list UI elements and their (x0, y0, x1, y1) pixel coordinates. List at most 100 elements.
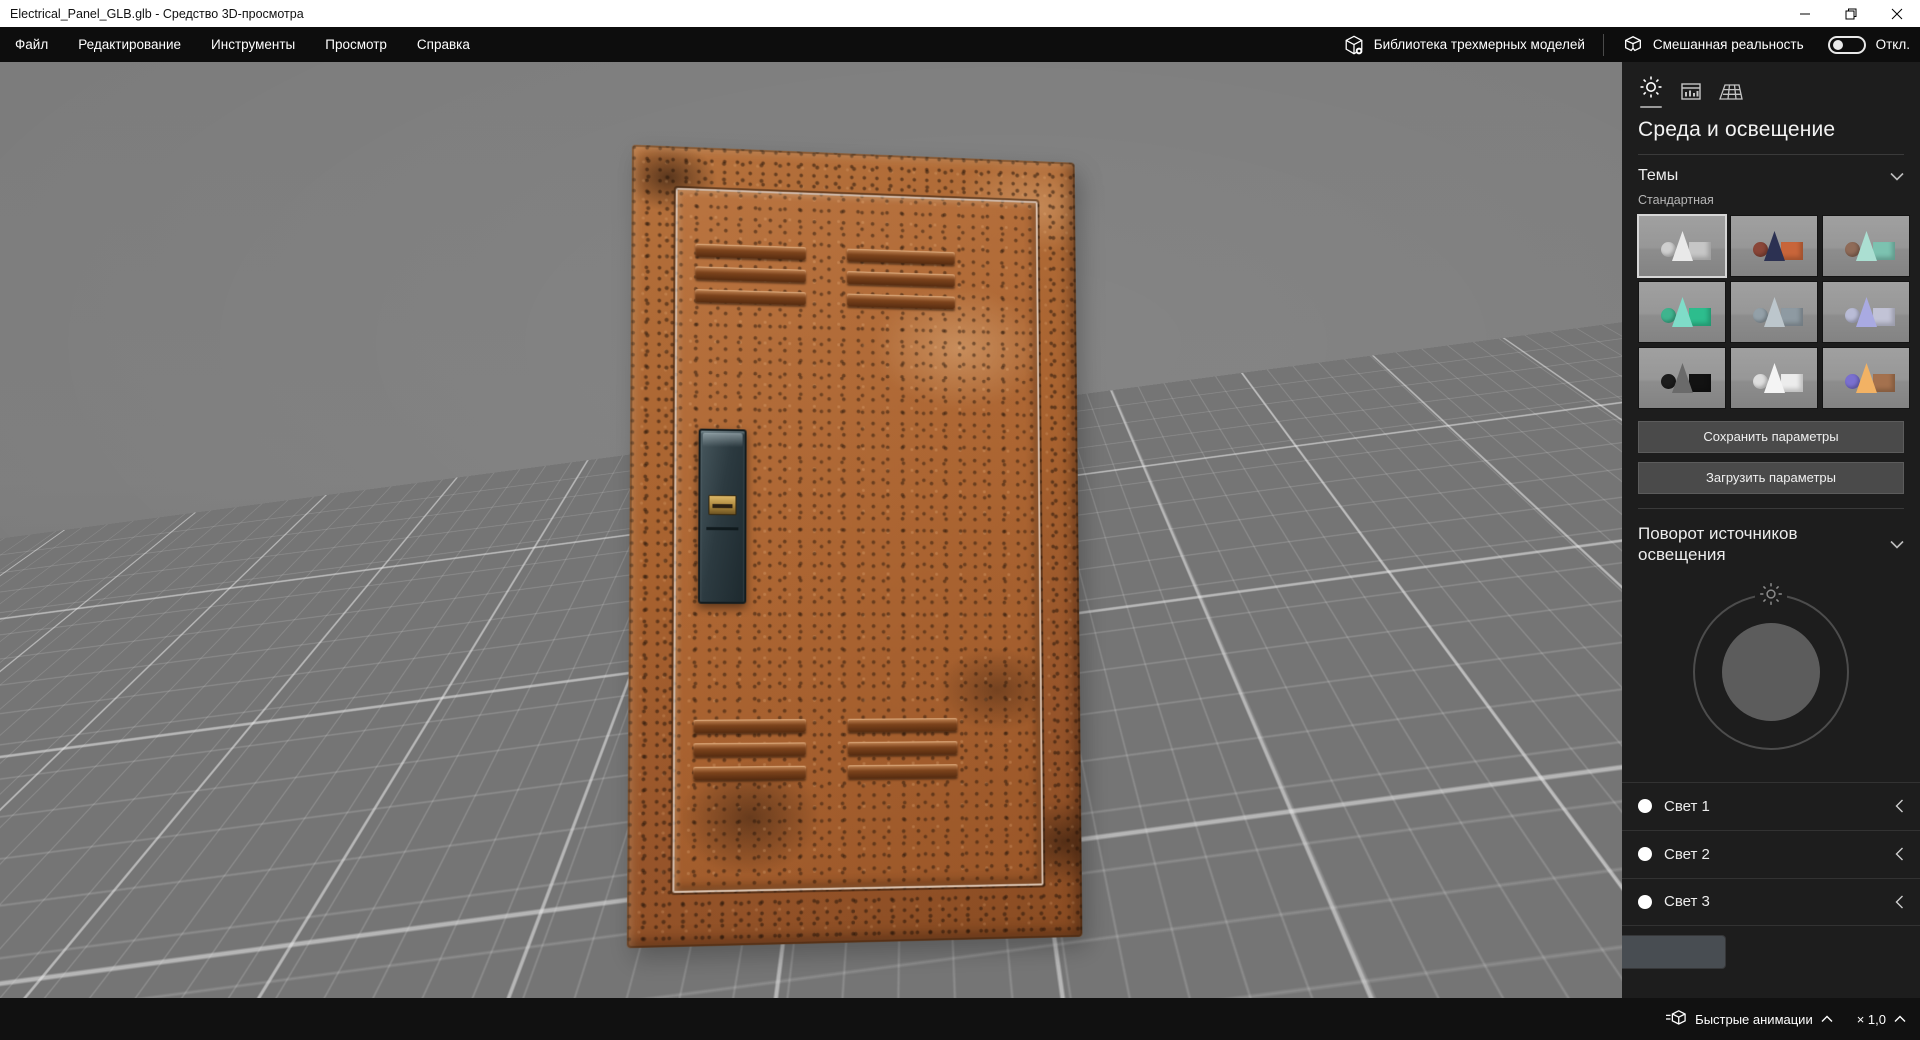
parameter-buttons: Сохранить параметры Загрузить параметры (1622, 421, 1920, 494)
light-color-swatch[interactable] (1638, 799, 1652, 813)
theme-thumbnail-9[interactable] (1822, 347, 1910, 409)
viewport-3d[interactable] (0, 62, 1622, 998)
theme-sphere-shape (1661, 242, 1676, 257)
mixed-reality-state: Откл. (1875, 37, 1910, 52)
vent-bottom-right (847, 718, 958, 789)
stats-icon (1681, 82, 1701, 100)
sun-icon (1640, 76, 1662, 98)
theme-cube-shape (1781, 374, 1803, 392)
menu-bar: Файл Редактирование Инструменты Просмотр… (0, 27, 1920, 62)
panel-tabs (1622, 62, 1920, 108)
chevron-down-icon (1890, 172, 1904, 181)
light-row-1[interactable]: Свет 1 (1622, 781, 1920, 830)
theme-cube-shape (1781, 242, 1803, 260)
model-library-label: Библиотека трехмерных моделей (1373, 37, 1585, 52)
chevron-left-icon[interactable] (1895, 799, 1904, 813)
theme-thumbnail-5[interactable] (1730, 281, 1818, 343)
close-icon (1891, 8, 1903, 19)
panel-title: Среда и освещение (1638, 118, 1836, 141)
vent-bottom-left (693, 719, 806, 790)
load-parameters-button[interactable]: Загрузить параметры (1638, 462, 1904, 494)
menu-items: Файл Редактирование Инструменты Просмотр… (0, 27, 485, 62)
menu-tools[interactable]: Инструменты (196, 27, 310, 62)
dial-knob[interactable] (1722, 622, 1820, 721)
mixed-reality-label: Смешанная реальность (1652, 37, 1804, 52)
theme-thumbnail-7[interactable] (1638, 347, 1726, 409)
environment-panel: Среда и освещение Темы Стандартная Сохра… (1622, 62, 1920, 998)
bottom-bar: Быстрые анимации × 1,0 (0, 998, 1920, 1040)
model-library-button[interactable]: Библиотека трехмерных моделей (1331, 27, 1597, 62)
theme-sphere-shape (1661, 308, 1676, 323)
chevron-up-icon (1894, 1015, 1906, 1023)
speed-label: × 1,0 (1856, 1011, 1886, 1027)
theme-cube-shape (1873, 374, 1895, 392)
theme-sphere-shape (1753, 308, 1768, 323)
dial-sun-icon (1755, 577, 1787, 610)
theme-grid (1622, 214, 1920, 409)
playback-speed-control[interactable]: × 1,0 (1857, 1012, 1906, 1027)
model-electrical-panel[interactable] (626, 144, 1083, 949)
handle-brass-plate (708, 494, 737, 516)
theme-cube-shape (1873, 242, 1895, 260)
theme-thumbnail-6[interactable] (1822, 281, 1910, 343)
toggle-knob (1832, 39, 1843, 50)
themes-header-label: Темы (1638, 167, 1679, 184)
minimize-button[interactable] (1782, 0, 1828, 27)
light-label: Свет 1 (1664, 797, 1710, 815)
theme-thumbnail-3[interactable] (1822, 215, 1910, 277)
menu-edit[interactable]: Редактирование (63, 27, 196, 62)
theme-thumbnail-1[interactable] (1637, 214, 1727, 278)
restore-button[interactable] (1828, 0, 1874, 27)
animation-cube-icon (1666, 1010, 1686, 1025)
menu-file[interactable]: Файл (0, 27, 63, 62)
theme-sphere-shape (1753, 242, 1768, 257)
light-rotation-dial[interactable] (1622, 576, 1920, 756)
light-color-swatch[interactable] (1638, 847, 1652, 861)
fading-tooltip (1513, 936, 1725, 968)
theme-cube-shape (1689, 308, 1711, 326)
chevron-up-icon (1821, 1015, 1833, 1023)
save-parameters-button[interactable]: Сохранить параметры (1638, 421, 1904, 453)
light-label: Свет 2 (1664, 845, 1710, 863)
theme-sphere-shape (1753, 374, 1768, 389)
light-color-swatch[interactable] (1638, 894, 1652, 909)
menu-separator (1602, 33, 1604, 56)
tab-lighting[interactable] (1638, 75, 1664, 108)
panel-handle (698, 428, 747, 604)
menu-right-group: Библиотека трехмерных моделей Смешанная … (1331, 27, 1920, 62)
window-controls (1782, 0, 1920, 27)
theme-thumbnail-2[interactable] (1730, 215, 1818, 277)
mixed-reality-toggle[interactable] (1827, 35, 1866, 54)
tab-stats[interactable] (1678, 80, 1704, 104)
theme-cube-shape (1873, 308, 1895, 326)
close-button[interactable] (1874, 0, 1920, 27)
title-bar: Electrical_Panel_GLB.glb - Средство 3D-п… (0, 0, 1920, 27)
theme-cube-shape (1689, 374, 1711, 392)
lights-list: Свет 1 Свет 2 Свет 3 (1622, 781, 1920, 926)
light-rotation-header[interactable]: Поворот источников освещения (1622, 509, 1920, 572)
chevron-left-icon[interactable] (1895, 895, 1904, 909)
minimize-icon (1800, 13, 1810, 14)
themes-section-header[interactable]: Темы (1622, 155, 1920, 191)
theme-sphere-shape (1845, 242, 1860, 257)
theme-sphere-shape (1845, 308, 1860, 323)
app-window: Electrical_Panel_GLB.glb - Средство 3D-п… (0, 0, 1920, 1040)
light-row-3[interactable]: Свет 3 (1622, 877, 1920, 926)
chevron-down-icon (1890, 540, 1904, 549)
window-title: Electrical_Panel_GLB.glb - Средство 3D-п… (10, 6, 304, 21)
restore-icon (1845, 8, 1857, 19)
animations-control[interactable]: Быстрые анимации (1665, 1009, 1833, 1029)
vent-top-left (695, 243, 806, 315)
mixed-reality-icon (1624, 35, 1641, 51)
vent-top-right (846, 248, 955, 319)
theme-thumbnail-8[interactable] (1730, 347, 1818, 409)
menu-view[interactable]: Просмотр (310, 27, 402, 62)
cube-library-icon (1345, 35, 1363, 54)
grid-icon (1719, 83, 1743, 100)
tab-grid[interactable] (1718, 80, 1744, 104)
theme-thumbnail-4[interactable] (1638, 281, 1726, 343)
chevron-left-icon[interactable] (1895, 847, 1904, 861)
light-row-2[interactable]: Свет 2 (1622, 829, 1920, 878)
menu-help[interactable]: Справка (402, 27, 485, 62)
animations-label: Быстрые анимации (1695, 1011, 1813, 1027)
